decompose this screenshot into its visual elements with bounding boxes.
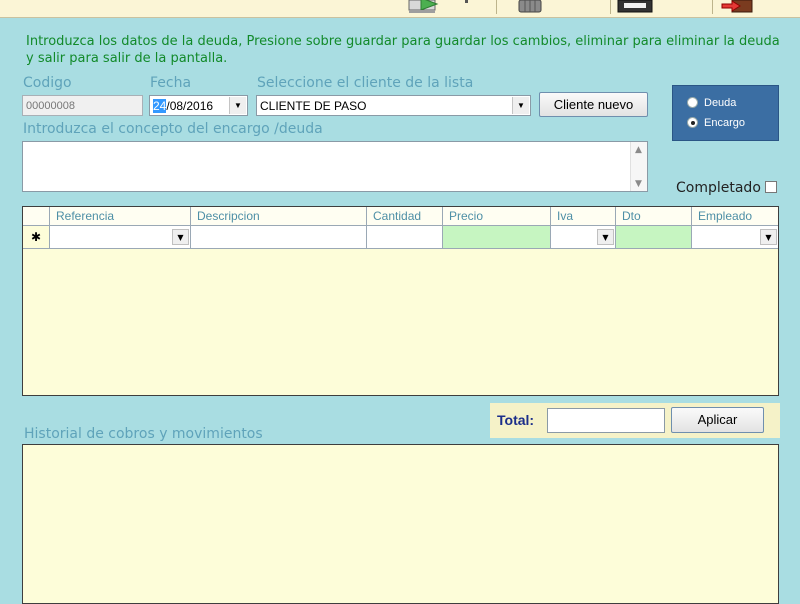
toolbar — [0, 0, 800, 18]
grid-new-row-marker: ✱ — [23, 226, 50, 249]
radio-button-selected-icon[interactable] — [687, 117, 698, 128]
total-field[interactable] — [547, 408, 665, 433]
floppy-disk-icon — [617, 0, 653, 13]
grid-header-iva[interactable]: Iva — [551, 207, 616, 226]
grid-cell-iva[interactable]: ▼ — [551, 226, 616, 249]
toolbar-exit-button[interactable] — [718, 0, 758, 14]
radio-deuda-label: Deuda — [704, 97, 737, 109]
toolbar-save-button[interactable] — [405, 0, 495, 14]
concepto-textarea[interactable]: ▲ ▼ — [22, 141, 648, 192]
cliente-select[interactable]: CLIENTE DE PASO ▼ — [256, 95, 531, 116]
fecha-date-picker[interactable]: 24/08/2016 ▼ — [149, 95, 248, 116]
codigo-field[interactable]: 00000008 — [22, 95, 143, 116]
grid-header-cantidad[interactable]: Cantidad — [367, 207, 443, 226]
exit-icon — [721, 0, 753, 13]
fecha-day-selected: 24 — [153, 99, 167, 113]
radio-encargo[interactable]: Encargo — [687, 117, 745, 129]
grid-header-dto[interactable]: Dto — [616, 207, 692, 226]
grid-header-precio[interactable]: Precio — [443, 207, 551, 226]
radio-encargo-label: Encargo — [704, 117, 745, 129]
grid-cell-empleado[interactable]: ▼ — [692, 226, 778, 249]
concepto-scrollbar[interactable]: ▲ ▼ — [630, 142, 647, 191]
toolbar-separator — [610, 0, 611, 14]
fecha-label: Fecha — [150, 75, 192, 91]
total-panel: Total: Aplicar — [490, 403, 780, 438]
grid-cell-referencia[interactable]: ▼ — [50, 226, 191, 249]
completado-checkbox[interactable] — [765, 181, 777, 193]
completado-label: Completado — [676, 180, 761, 196]
chevron-down-icon[interactable]: ▼ — [512, 97, 529, 114]
type-radio-group: Deuda Encargo — [672, 85, 779, 141]
cliente-nuevo-button[interactable]: Cliente nuevo — [539, 92, 648, 117]
toolbar-separator — [712, 0, 713, 14]
grid-cell-dto[interactable] — [616, 226, 692, 249]
toolbar-delete-button[interactable] — [515, 0, 555, 14]
fecha-rest: /08/2016 — [166, 99, 214, 113]
historial-label: Historial de cobros y movimientos — [24, 426, 263, 442]
save-icon — [408, 0, 439, 13]
grid-header-descripcion[interactable]: Descripcion — [191, 207, 367, 226]
cliente-selected-value: CLIENTE DE PASO — [260, 99, 367, 113]
grid-cell-precio[interactable] — [443, 226, 551, 249]
codigo-value: 00000008 — [26, 100, 75, 112]
chevron-down-icon[interactable]: ▼ — [172, 229, 189, 245]
aplicar-button[interactable]: Aplicar — [671, 407, 764, 433]
grid-cell-cantidad[interactable] — [367, 226, 443, 249]
historial-panel[interactable] — [22, 444, 779, 604]
scroll-up-icon[interactable]: ▲ — [635, 145, 642, 155]
grid-header-empleado[interactable]: Empleado — [692, 207, 778, 226]
total-label: Total: — [497, 412, 535, 428]
grid-row-header-corner — [23, 207, 50, 226]
codigo-label: Codigo — [23, 75, 72, 91]
chevron-down-icon[interactable]: ▼ — [229, 97, 246, 114]
chevron-down-icon[interactable]: ▼ — [760, 229, 777, 245]
toolbar-separator — [496, 0, 497, 14]
items-grid[interactable]: Referencia Descripcion Cantidad Precio I… — [22, 206, 779, 396]
cliente-label: Seleccione el cliente de la lista — [257, 75, 474, 91]
grid-cell-descripcion[interactable] — [191, 226, 367, 249]
grid-header-referencia[interactable]: Referencia — [50, 207, 191, 226]
radio-deuda[interactable]: Deuda — [687, 97, 736, 109]
chevron-down-icon[interactable]: ▼ — [597, 229, 614, 245]
toolbar-floppy-button[interactable] — [615, 0, 660, 14]
instructions-text: Introduzca los datos de la deuda, Presio… — [26, 34, 780, 66]
concepto-label: Introduzca el concepto del encargo /deud… — [23, 121, 323, 137]
scroll-down-icon[interactable]: ▼ — [635, 179, 642, 189]
radio-button-icon[interactable] — [687, 97, 698, 108]
delete-trash-icon — [518, 0, 542, 13]
asterisk-icon: ✱ — [30, 230, 42, 244]
